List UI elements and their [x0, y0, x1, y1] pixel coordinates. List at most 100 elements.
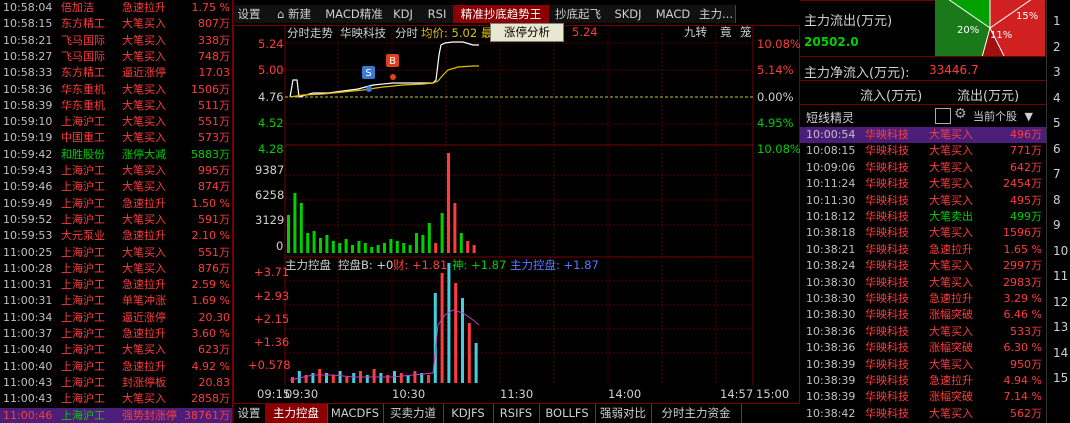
- alert-action: 逼近涨停: [122, 310, 166, 324]
- list-item[interactable]: 11:00:31 上海沪工 单笔冲涨 1.69 %: [0, 293, 232, 310]
- tab-bottom-indicator[interactable]: 设置: [233, 404, 266, 423]
- list-item[interactable]: 11:00:31 上海沪工 急速拉升 2.59 %: [0, 277, 232, 294]
- sprite-row[interactable]: 10:11:30 华映科技 大笔买入 495万: [800, 193, 1046, 209]
- list-item[interactable]: 11:00:40 上海沪工 大笔买入 623万: [0, 342, 232, 359]
- page-index[interactable]: 1: [1053, 14, 1061, 28]
- sprite-row[interactable]: 10:38:39 华映科技 大笔买入 950万: [800, 357, 1046, 373]
- tab-indicator[interactable]: 抄底起飞: [549, 5, 608, 23]
- page-index[interactable]: 2: [1053, 40, 1061, 54]
- page-index[interactable]: 5: [1053, 116, 1061, 130]
- indicator-bar: [297, 371, 301, 383]
- sprite-value: 1.65 %: [1003, 242, 1042, 256]
- page-index[interactable]: 11: [1053, 269, 1068, 283]
- sprite-row[interactable]: 10:38:36 华映科技 涨幅突破 6.30 %: [800, 340, 1046, 356]
- list-item[interactable]: 11:00:25 上海沪工 大笔买入 551万: [0, 245, 232, 262]
- page-index[interactable]: 12: [1053, 295, 1068, 309]
- timeshare-chart[interactable]: S B: [233, 25, 800, 404]
- list-item[interactable]: 10:59:42 和胜股份 涨停大减 5883万: [0, 147, 232, 164]
- limit-up-analysis-popup[interactable]: 涨停分析: [490, 23, 564, 42]
- tab-indicator[interactable]: 精准抄底趋势王: [453, 5, 550, 23]
- list-item[interactable]: 11:00:43 上海沪工 封涨停板 20.83: [0, 375, 232, 392]
- current-stock-dropdown[interactable]: 当前个股 ▼: [973, 108, 1041, 123]
- list-item[interactable]: 10:59:49 上海沪工 急速拉升 1.50 %: [0, 196, 232, 213]
- alert-time: 10:58:33: [3, 66, 53, 80]
- list-item[interactable]: 10:59:10 上海沪工 大笔买入 551万: [0, 114, 232, 131]
- page-index[interactable]: 10: [1053, 244, 1068, 258]
- page-index[interactable]: 14: [1053, 346, 1068, 360]
- alert-stock-name: 中国重工: [61, 131, 105, 145]
- list-item[interactable]: 11:00:40 上海沪工 急速拉升 4.92 %: [0, 359, 232, 376]
- tab-indicator[interactable]: SKDJ: [607, 5, 650, 23]
- list-item[interactable]: 11:00:34 上海沪工 逼近涨停 20.30: [0, 310, 232, 327]
- tab-bottom-indicator[interactable]: 强弱对比: [595, 404, 652, 423]
- tab-bottom-indicator[interactable]: 主力控盘: [265, 404, 328, 423]
- alert-value: 874万: [198, 180, 230, 194]
- list-item[interactable]: 11:00:46 上海沪工 强势封涨停 38761万: [0, 407, 232, 423]
- sprite-action: 大笔买入: [929, 128, 973, 141]
- tab-indicator[interactable]: 设置: [233, 5, 266, 23]
- sprite-list[interactable]: 10:00:54 华映科技 大笔买入 496万 10:08:15 华映科技 大笔买入 771万…: [800, 127, 1046, 423]
- sprite-row[interactable]: 10:38:30 华映科技 涨幅突破 6.46 %: [800, 307, 1046, 323]
- list-item[interactable]: 11:00:43 上海沪工 大笔买入 2858万: [0, 391, 232, 408]
- sprite-row[interactable]: 10:09:06 华映科技 大笔买入 642万: [800, 160, 1046, 176]
- page-index[interactable]: 13: [1053, 320, 1068, 334]
- page-index[interactable]: 8: [1053, 193, 1061, 207]
- list-item[interactable]: 10:59:43 上海沪工 大笔买入 995万: [0, 163, 232, 180]
- page-index[interactable]: 3: [1053, 65, 1061, 79]
- sprite-row[interactable]: 10:38:42 华映科技 大笔买入 562万: [800, 406, 1046, 422]
- gear-icon[interactable]: ⚙: [954, 106, 967, 122]
- sprite-row[interactable]: 10:08:15 华映科技 大笔买入 771万: [800, 143, 1046, 159]
- alert-list[interactable]: 10:58:04 倍加洁 急速拉升 1.75 % 10:58:15 东方精工 大笔买入 807…: [0, 0, 232, 423]
- list-item[interactable]: 10:58:04 倍加洁 急速拉升 1.75 %: [0, 0, 232, 17]
- stock-name: 华映科技: [340, 26, 386, 40]
- flow-out-label: 流出(万元): [957, 89, 1020, 104]
- list-item[interactable]: 10:58:33 东方精工 逼近涨停 17.03: [0, 65, 232, 82]
- tab-indicator[interactable]: 主力...: [697, 5, 736, 23]
- list-item[interactable]: 11:00:28 上海沪工 大笔买入 876万: [0, 261, 232, 278]
- page-index[interactable]: 15: [1053, 371, 1068, 385]
- long-button[interactable]: 笼: [740, 24, 752, 40]
- page-index[interactable]: 4: [1053, 91, 1061, 105]
- sprite-row[interactable]: 10:38:24 华映科技 大笔买入 2997万: [800, 258, 1046, 274]
- sprite-row[interactable]: 10:38:39 华映科技 急速拉升 4.94 %: [800, 373, 1046, 389]
- tab-bottom-indicator[interactable]: 分时主力资金: [651, 404, 742, 423]
- page-index[interactable]: 9: [1053, 218, 1061, 232]
- sprite-row[interactable]: 10:38:36 华映科技 大笔买入 533万: [800, 324, 1046, 340]
- list-item[interactable]: 10:58:36 华东重机 大笔买入 1506万: [0, 82, 232, 99]
- tab-bottom-indicator[interactable]: MACDFS: [327, 404, 384, 423]
- tab-bottom-indicator[interactable]: 买卖力道: [383, 404, 444, 423]
- sprite-row[interactable]: 10:00:54 华映科技 大笔买入 496万: [800, 127, 1046, 144]
- list-item[interactable]: 10:59:19 中国重工 大笔买入 573万: [0, 130, 232, 147]
- tab-bottom-indicator[interactable]: BOLLFS: [539, 404, 596, 423]
- page-index[interactable]: 6: [1053, 142, 1061, 156]
- list-item[interactable]: 10:58:21 飞马国际 大笔买入 338万: [0, 33, 232, 50]
- netinflow-value: 33446.7: [929, 63, 979, 77]
- list-item[interactable]: 10:58:15 东方精工 大笔买入 807万: [0, 16, 232, 33]
- sprite-row[interactable]: 10:38:30 华映科技 大笔买入 2983万: [800, 275, 1046, 291]
- jing-button[interactable]: 竟: [720, 24, 732, 40]
- list-item[interactable]: 10:59:46 上海沪工 大笔买入 874万: [0, 179, 232, 196]
- tab-indicator[interactable]: KDJ: [385, 5, 422, 23]
- sprite-row[interactable]: 10:38:30 华映科技 急速拉升 3.29 %: [800, 291, 1046, 307]
- list-item[interactable]: 10:58:27 飞马国际 大笔买入 748万: [0, 49, 232, 66]
- list-item[interactable]: 10:59:52 上海沪工 大笔买入 591万: [0, 212, 232, 229]
- sprite-row[interactable]: 10:38:39 华映科技 涨幅突破 7.14 %: [800, 389, 1046, 405]
- list-item[interactable]: 11:00:37 上海沪工 急速拉升 3.60 %: [0, 326, 232, 343]
- tab-indicator[interactable]: ⌂ 新建: [265, 5, 324, 23]
- popout-icon[interactable]: [935, 108, 951, 124]
- outflow-value: 20502.0: [804, 35, 859, 49]
- sprite-row[interactable]: 10:18:12 华映科技 大笔卖出 499万: [800, 209, 1046, 225]
- page-index[interactable]: 7: [1053, 167, 1061, 181]
- sprite-action: 大笔买入: [929, 177, 973, 191]
- tab-indicator[interactable]: MACD精准: [323, 5, 386, 23]
- sprite-row[interactable]: 10:11:24 华映科技 大笔买入 2454万: [800, 176, 1046, 192]
- jiuzhuan-button[interactable]: 九转: [684, 24, 707, 40]
- tab-indicator[interactable]: MACD: [649, 5, 698, 23]
- sprite-row[interactable]: 10:38:21 华映科技 急速拉升 1.65 %: [800, 242, 1046, 258]
- tab-bottom-indicator[interactable]: KDJFS: [443, 404, 494, 423]
- tab-bottom-indicator[interactable]: RSIFS: [493, 404, 540, 423]
- sprite-row[interactable]: 10:38:18 华映科技 大笔买入 1596万: [800, 225, 1046, 241]
- tab-indicator[interactable]: RSI: [421, 5, 454, 23]
- list-item[interactable]: 10:59:53 大元泵业 急速拉升 2.10 %: [0, 228, 232, 245]
- list-item[interactable]: 10:58:39 华东重机 大笔买入 511万: [0, 98, 232, 115]
